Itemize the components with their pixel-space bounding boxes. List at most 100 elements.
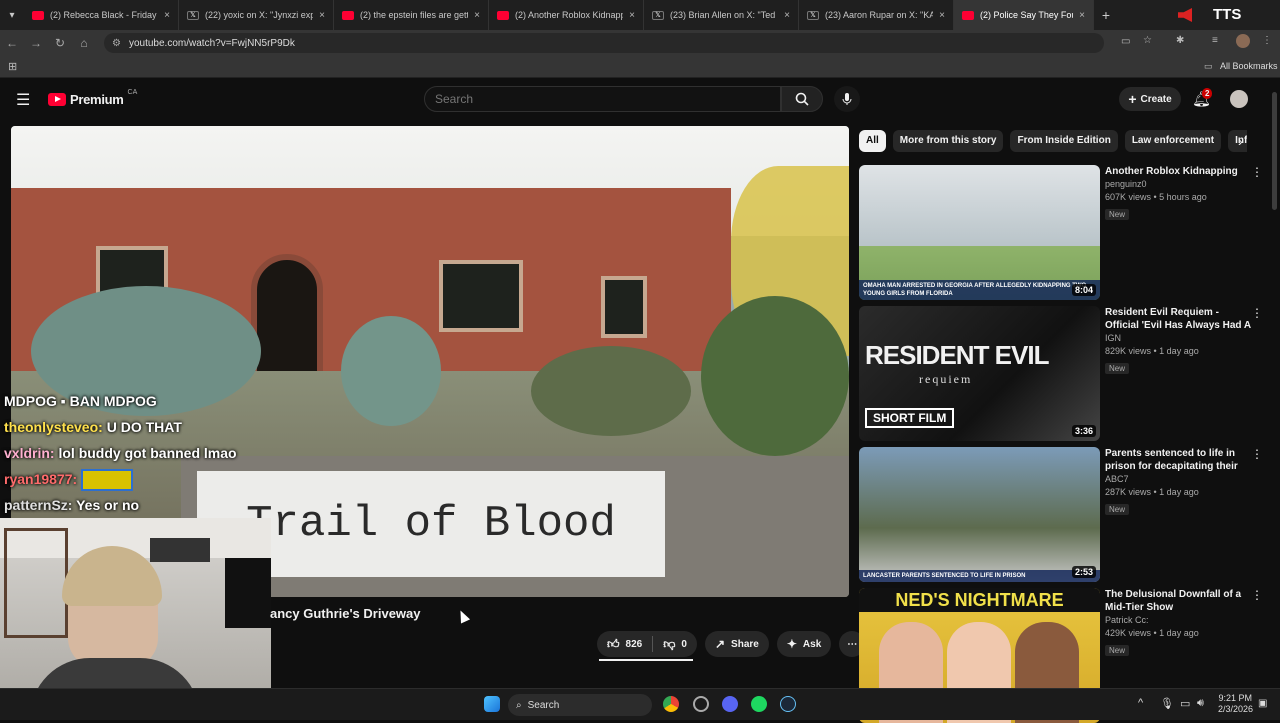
video-title-link[interactable]: Another Roblox Kidnapping (1105, 165, 1255, 178)
search-button[interactable] (781, 86, 823, 112)
tray-chevron-icon[interactable]: ^ (1138, 697, 1143, 709)
windows-start-icon[interactable] (484, 696, 500, 712)
thumbs-up-icon[interactable]: 👍︎ (607, 637, 620, 652)
dislike-count[interactable]: 0 (681, 639, 697, 650)
voice-search-button[interactable] (834, 86, 860, 112)
tab-close-icon[interactable]: × (784, 10, 790, 21)
more-options-icon[interactable]: ⋮ (1251, 588, 1263, 602)
video-title-link[interactable]: Resident Evil Requiem - Official 'Evil H… (1105, 306, 1255, 332)
search-icon (795, 92, 809, 106)
tab-label: (2) Police Say They Found (980, 10, 1073, 20)
tab-close-icon[interactable]: × (939, 10, 945, 21)
browser-tab[interactable]: (2) Another Roblox Kidnapping × (489, 0, 644, 30)
account-avatar[interactable] (1230, 90, 1248, 108)
video-title-link[interactable]: Parents sentenced to life in prison for … (1105, 447, 1255, 473)
tab-search-icon[interactable]: ≡ (1212, 35, 1218, 46)
youtube-icon (497, 10, 509, 20)
channel-name[interactable]: IGN (1105, 332, 1255, 345)
browser-tab[interactable]: (2) the epstein files are getting × (334, 0, 489, 30)
video-thumbnail[interactable]: OMAHA MAN ARRESTED IN GEORGIA AFTER ALLE… (859, 165, 1100, 300)
site-info-icon[interactable]: ⚙ (112, 38, 121, 49)
hamburger-menu-icon[interactable]: ☰ (16, 90, 30, 110)
youtube-icon (32, 10, 44, 20)
bookmarks-bar: ⊞ ▭ All Bookmarks (0, 56, 1280, 78)
back-icon[interactable]: ← (0, 36, 24, 50)
more-options-icon[interactable]: ⋮ (1251, 447, 1263, 461)
chat-username: vxldrin: (4, 445, 55, 461)
extensions-icon[interactable]: ✱ (1176, 35, 1184, 46)
taskbar-clock[interactable]: 9:21 PM 2/3/2026 (1218, 693, 1254, 715)
create-button[interactable]: + Create (1119, 87, 1181, 111)
channel-name[interactable]: Patrick Cc: (1105, 614, 1255, 627)
browser-tab[interactable]: (2) Police Say They Found × (954, 0, 1094, 30)
thumbnail-tag: SHORT FILM (865, 408, 955, 428)
video-meta: 607K views • 5 hours ago (1105, 192, 1207, 202)
reload-icon[interactable]: ↻ (48, 36, 72, 50)
chrome-icon[interactable] (663, 696, 679, 712)
tab-close-icon[interactable]: × (319, 10, 325, 21)
home-icon[interactable]: ⌂ (72, 36, 96, 50)
discord-icon[interactable] (722, 696, 738, 712)
tab-close-icon[interactable]: × (1079, 10, 1085, 21)
tab-close-icon[interactable]: × (629, 10, 635, 21)
video-duration: 2:53 (1071, 566, 1096, 578)
ask-button[interactable]: ✦ Ask (776, 631, 832, 657)
video-thumbnail[interactable]: LANCASTER PARENTS SENTENCED TO LIFE IN P… (859, 447, 1100, 582)
search-input[interactable] (424, 86, 781, 112)
video-duration: 8:04 (1071, 284, 1096, 296)
recommendation-card[interactable]: RESIDENT EVIL requiem SHORT FILM 3:36 Reside… (859, 306, 1269, 441)
more-options-icon[interactable]: ⋮ (1251, 165, 1263, 179)
recommendation-card[interactable]: OMAHA MAN ARRESTED IN GEORGIA AFTER ALLE… (859, 165, 1269, 300)
browser-tab[interactable]: (2) Rebecca Black - Friday - You × (24, 0, 179, 30)
browser-tab[interactable]: 𝕏 (22) yoxic on X: "Jynxzi explains × (179, 0, 334, 30)
filter-chip[interactable]: From Inside Edition (1010, 130, 1118, 152)
notification-center-icon[interactable]: ▣ (1258, 698, 1267, 709)
apps-grid-icon[interactable]: ⊞ (8, 60, 17, 73)
tab-close-icon[interactable]: × (474, 10, 480, 21)
youtube-logo[interactable]: Premium CA (48, 89, 137, 107)
window-right (601, 276, 647, 338)
profile-avatar[interactable] (1236, 34, 1250, 48)
video-thumbnail[interactable]: RESIDENT EVIL requiem SHORT FILM 3:36 (859, 306, 1100, 441)
channel-name[interactable]: ABC7 (1105, 473, 1255, 486)
forward-icon[interactable]: → (24, 36, 48, 50)
address-bar[interactable]: ⚙ youtube.com/watch?v=FwjNN5rP9Dk (104, 33, 1104, 53)
thumbnail-subtitle: requiem (919, 372, 973, 386)
filter-chip[interactable]: Law enforcement (1124, 130, 1222, 152)
taskbar-search[interactable]: ⌕ Search (508, 694, 652, 716)
install-icon[interactable]: ▭ (1121, 36, 1130, 47)
tabs: (2) Rebecca Black - Friday - You × 𝕏 (22) y… (24, 0, 1094, 30)
like-count[interactable]: 826 (626, 639, 643, 650)
spotify-icon[interactable] (751, 696, 767, 712)
youtube-icon (962, 10, 974, 20)
video-title-link[interactable]: The Delusional Downfall of a Mid-Tier Sh… (1105, 588, 1255, 614)
browser-tab[interactable]: 𝕏 (23) Brian Allen on X: "Ted Lieu × (644, 0, 799, 30)
bookmark-star-icon[interactable]: ☆ (1143, 35, 1152, 46)
chat-emote-image (81, 469, 134, 492)
like-divider (652, 636, 654, 652)
tray-network-icon[interactable]: ▭ (1180, 697, 1190, 710)
more-options-icon[interactable]: ⋮ (1251, 306, 1263, 320)
browser-menu-icon[interactable]: ⋮ (1262, 35, 1272, 46)
share-button[interactable]: ↗ Share (704, 631, 769, 657)
obs-icon[interactable] (693, 696, 709, 712)
browser-tab[interactable]: 𝕏 (23) Aaron Rupar on X: "KAITL × (799, 0, 954, 30)
page-scrollbar[interactable] (1272, 92, 1277, 210)
browser-toolbar: ← → ↻ ⌂ ⚙ youtube.com/watch?v=FwjNN5rP9D… (0, 30, 1280, 56)
recommendation-card[interactable]: LANCASTER PARENTS SENTENCED TO LIFE IN P… (859, 447, 1269, 582)
tab-close-icon[interactable]: × (164, 10, 170, 21)
tray-volume-icon[interactable]: 🔊︎ (1197, 697, 1204, 710)
steam-icon[interactable] (780, 696, 796, 712)
channel-name[interactable]: penguinz0 (1105, 178, 1255, 191)
tab-label: (2) the epstein files are getting (360, 10, 468, 20)
thumbs-down-icon[interactable]: 👎︎ (663, 637, 675, 652)
filter-chip[interactable]: More from this story (892, 130, 1004, 152)
tray-mic-icon[interactable]: 🎙︎ (1160, 697, 1174, 710)
all-bookmarks-link[interactable]: All Bookmarks (1220, 61, 1278, 71)
tab-search-chevron-icon[interactable]: ▾ (0, 0, 24, 30)
new-tab-button[interactable]: + (1094, 7, 1118, 23)
agave-center (341, 316, 441, 426)
clock-date: 2/3/2026 (1218, 704, 1254, 714)
chips-next-chevron-icon[interactable]: › (1238, 133, 1243, 149)
filter-chip[interactable]: All (859, 130, 886, 152)
